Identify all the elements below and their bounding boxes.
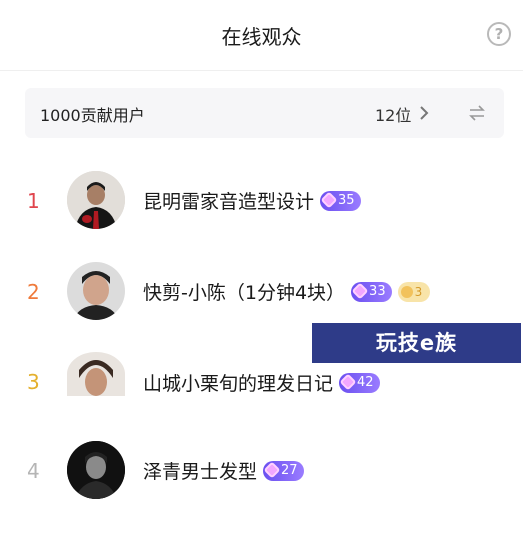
level-badge: 35: [320, 190, 361, 211]
contributors-label: 1000贡献用户: [40, 106, 145, 125]
list-item[interactable]: 1 昆明雷家音造型设计 35: [0, 171, 523, 231]
fan-badge: 3: [397, 281, 431, 302]
rank-number: 4: [27, 459, 40, 483]
avatar[interactable]: [67, 171, 125, 229]
gem-icon: [263, 461, 281, 478]
rank-number: 1: [27, 189, 40, 213]
avatar[interactable]: [67, 352, 125, 396]
user-name: 泽青男士发型 27: [143, 457, 304, 484]
level-badge: 27: [263, 460, 304, 481]
list-item[interactable]: 2 快剪-小陈（1分钟4块） 33 3: [0, 262, 523, 322]
watermark-banner: 玩技e族: [312, 323, 521, 363]
user-name: 山城小栗旬的理发日记 42: [143, 369, 380, 396]
swap-icon[interactable]: [468, 105, 486, 121]
user-name: 昆明雷家音造型设计 35: [143, 187, 361, 214]
user-name: 快剪-小陈（1分钟4块） 33 3: [143, 278, 431, 305]
gem-icon: [339, 373, 357, 390]
header: 在线观众 ?: [0, 0, 523, 71]
coin-icon: [400, 285, 413, 298]
question-circle-icon[interactable]: ?: [487, 22, 511, 46]
gem-icon: [320, 191, 338, 208]
level-badge: 42: [339, 372, 380, 393]
contributors-count: 12位: [375, 106, 412, 125]
level-badge: 33: [351, 281, 392, 302]
rank-number: 2: [27, 280, 40, 304]
avatar[interactable]: [67, 262, 125, 320]
page-title: 在线观众: [221, 25, 302, 49]
rank-number: 3: [27, 370, 40, 394]
chevron-right-icon[interactable]: [419, 105, 429, 121]
contributors-bar[interactable]: 1000贡献用户 12位: [25, 88, 504, 138]
gem-icon: [351, 282, 369, 299]
list-item[interactable]: 4 泽青男士发型 27: [0, 441, 523, 501]
avatar[interactable]: [67, 441, 125, 499]
